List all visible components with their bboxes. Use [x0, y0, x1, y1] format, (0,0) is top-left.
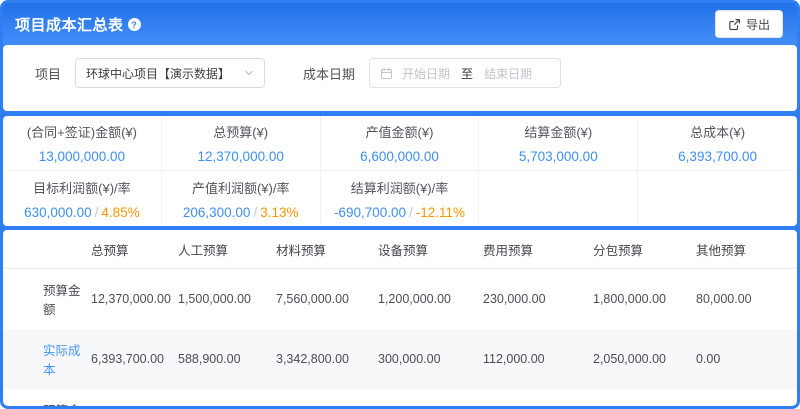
summary-cards-panel: (合同+签证)金额(¥) 13,000,000.00 总预算(¥) 12,370… [3, 116, 797, 226]
cell: 6,393,700.00 [91, 329, 178, 389]
summary-card-value: 206,300.00/3.13% [183, 205, 299, 220]
table-row-budget-amount: 预算金额 12,370,000.00 1,500,000.00 7,560,00… [3, 269, 797, 330]
summary-card-value: 13,000,000.00 [39, 149, 125, 164]
project-filter-label: 项目 [35, 64, 61, 83]
col-header-subcontract-budget: 分包预算 [593, 230, 696, 269]
summary-card-target-profit: 目标利润额(¥)/率 630,000.00/4.85% [3, 171, 162, 226]
col-header-material-budget: 材料预算 [276, 230, 378, 269]
summary-card-value: -690,700.00/-12.11% [334, 205, 465, 220]
chevron-down-icon [244, 68, 254, 78]
filter-row: 项目 环球中心项目【演示数据】 成本日期 开始日期 至 结束日期 [35, 58, 781, 88]
cell: 230,000.00 [483, 269, 593, 330]
summary-card-total-cost: 总成本(¥) 6,393,700.00 [638, 116, 797, 171]
summary-card-label: 结算金额(¥) [524, 122, 592, 141]
summary-card-value: 6,600,000.00 [360, 149, 439, 164]
date-range-separator: 至 [461, 65, 473, 82]
profit-rate: -12.11% [416, 205, 465, 220]
profit-separator: / [250, 205, 260, 220]
table-row-actual-cost: 实际成本 6,393,700.00 588,900.00 3,342,800.0… [3, 329, 797, 389]
cell: 1,800,000.00 [593, 269, 696, 330]
summary-card-empty [638, 171, 797, 226]
summary-card-settlement-profit: 结算利润额(¥)/率 -690,700.00/-12.11% [321, 171, 480, 226]
cell: 3,342,800.00 [276, 329, 378, 389]
cell: 0.00 [696, 329, 797, 389]
cost-date-filter-label: 成本日期 [303, 64, 355, 83]
summary-card-empty [479, 171, 638, 226]
cell: 7,560,000.00 [276, 269, 378, 330]
cell: 1,500,000.00 [178, 269, 276, 330]
cell: 900,000.00 [378, 389, 483, 406]
profit-amount: -690,700.00 [334, 205, 406, 220]
summary-card-label: 总成本(¥) [690, 122, 745, 141]
col-header-expense-budget: 费用预算 [483, 230, 593, 269]
col-header-equipment-budget: 设备预算 [378, 230, 483, 269]
summary-card-label: 产值利润额(¥)/率 [192, 178, 290, 197]
filter-panel: 项目 环球中心项目【演示数据】 成本日期 开始日期 至 结束日期 [3, 45, 797, 111]
summary-card-output-amount: 产值金额(¥) 6,600,000.00 [321, 116, 480, 171]
col-header-other-budget: 其他预算 [696, 230, 797, 269]
export-button[interactable]: 导出 [715, 10, 783, 38]
project-cost-summary-page: 项目成本汇总表 ? 导出 项目 环球中心项目【演示数据】 成本日期 [0, 0, 800, 409]
page-title: 项目成本汇总表 [15, 14, 124, 35]
profit-amount: 630,000.00 [24, 205, 92, 220]
row-label: 预算金额 [3, 269, 91, 330]
summary-card-settlement-amount: 结算金额(¥) 5,703,000.00 [479, 116, 638, 171]
table-row-budget-balance: 预算余额 5,976,300.00 911,100.00 4,217,200.0… [3, 389, 797, 406]
summary-card-label: 结算利润额(¥)/率 [351, 178, 449, 197]
summary-card-value: 12,370,000.00 [198, 149, 284, 164]
export-label: 导出 [746, 16, 770, 33]
summary-card-contract-amount: (合同+签证)金额(¥) 13,000,000.00 [3, 116, 162, 171]
cell: 4,217,200.00 [276, 389, 378, 406]
summary-card-label: 产值金额(¥) [366, 122, 434, 141]
col-header-labor-budget: 人工预算 [178, 230, 276, 269]
summary-card-value: 5,703,000.00 [519, 149, 598, 164]
date-end-placeholder: 结束日期 [484, 65, 532, 82]
cell: 911,100.00 [178, 389, 276, 406]
summary-card-value: 6,393,700.00 [678, 149, 757, 164]
summary-card-output-profit: 产值利润额(¥)/率 206,300.00/3.13% [162, 171, 321, 226]
header-bar: 项目成本汇总表 ? 导出 [3, 3, 797, 45]
cell: 300,000.00 [378, 329, 483, 389]
export-icon [728, 18, 741, 31]
cell: 5,976,300.00 [91, 389, 178, 406]
row-label-actual-cost-link[interactable]: 实际成本 [3, 329, 91, 389]
cell: 80,000.00 [696, 389, 797, 406]
calendar-icon [380, 67, 393, 80]
summary-card-label: 总预算(¥) [213, 122, 268, 141]
cell: 588,900.00 [178, 329, 276, 389]
summary-card-label: (合同+签证)金额(¥) [27, 122, 137, 141]
page-title-wrap: 项目成本汇总表 ? [15, 14, 141, 35]
cell: 80,000.00 [696, 269, 797, 330]
cost-date-range-input[interactable]: 开始日期 至 结束日期 [369, 58, 561, 88]
date-start-placeholder: 开始日期 [402, 65, 450, 82]
summary-card-label: 目标利润额(¥)/率 [33, 178, 131, 197]
col-header-total-budget: 总预算 [91, 230, 178, 269]
summary-card-value: 630,000.00/4.85% [24, 205, 140, 220]
budget-table: 总预算 人工预算 材料预算 设备预算 费用预算 分包预算 其他预算 预算金额 1… [3, 230, 797, 406]
project-select[interactable]: 环球中心项目【演示数据】 [75, 58, 265, 88]
col-header-blank [3, 230, 91, 269]
cell: 118,000.00 [483, 389, 593, 406]
cell: -250,000.00 [593, 389, 696, 406]
cell: 1,200,000.00 [378, 269, 483, 330]
project-select-value: 环球中心项目【演示数据】 [86, 65, 230, 82]
help-icon[interactable]: ? [128, 18, 141, 31]
table-header-row: 总预算 人工预算 材料预算 设备预算 费用预算 分包预算 其他预算 [3, 230, 797, 269]
summary-card-total-budget: 总预算(¥) 12,370,000.00 [162, 116, 321, 171]
profit-amount: 206,300.00 [183, 205, 251, 220]
cell: 12,370,000.00 [91, 269, 178, 330]
row-label: 预算余额 [3, 389, 91, 406]
profit-rate: 4.85% [101, 205, 139, 220]
cell: 2,050,000.00 [593, 329, 696, 389]
budget-table-panel: 总预算 人工预算 材料预算 设备预算 费用预算 分包预算 其他预算 预算金额 1… [3, 230, 797, 406]
profit-separator: / [92, 205, 102, 220]
profit-separator: / [406, 205, 416, 220]
profit-rate: 3.13% [260, 205, 298, 220]
cell: 112,000.00 [483, 329, 593, 389]
